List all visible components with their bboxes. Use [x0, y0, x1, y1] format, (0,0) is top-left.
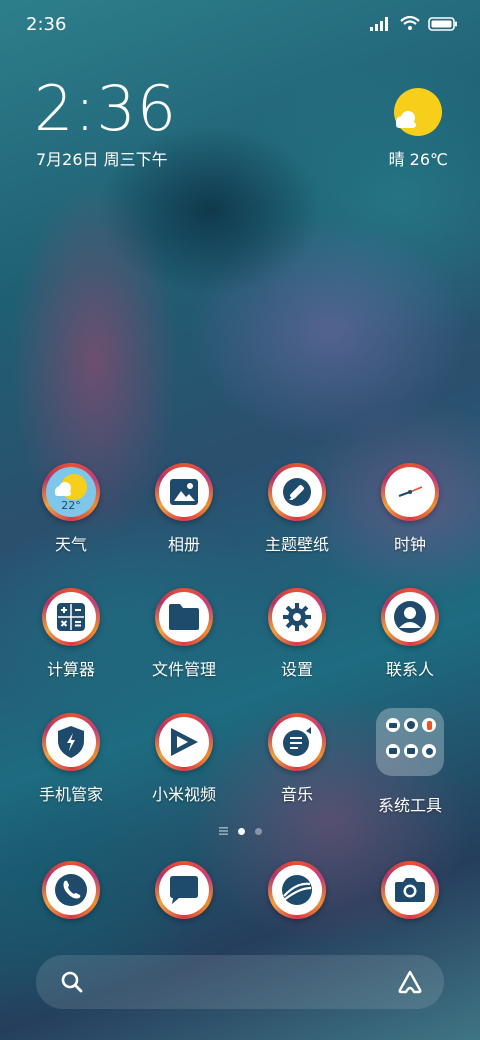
browser-icon [282, 875, 312, 905]
status-icons [370, 16, 458, 31]
weather-badge: 22° [61, 499, 81, 512]
page-dot-active [237, 827, 245, 835]
app-label: 设置 [280, 660, 313, 679]
home-search-bar[interactable] [36, 955, 444, 1009]
app-mi-video[interactable]: 小米视频 [134, 713, 234, 805]
mini-app-icon [404, 718, 418, 732]
dock-phone[interactable] [21, 861, 121, 919]
folder-icon [169, 604, 199, 630]
mini-app-icon [386, 744, 400, 758]
folder-group-icon [376, 708, 444, 776]
app-security[interactable]: 手机管家 [21, 713, 121, 805]
app-folder-system-tools[interactable]: 系统工具 [360, 708, 460, 816]
dock-browser[interactable] [247, 861, 347, 919]
mini-app-icon [422, 718, 436, 732]
mini-app-icon [386, 718, 400, 732]
calculator-icon [57, 603, 85, 631]
dock-messages[interactable] [134, 861, 234, 919]
app-label: 时钟 [393, 535, 426, 554]
app-label: 相册 [167, 535, 200, 554]
signal-icon [370, 16, 388, 31]
assistant-icon[interactable] [396, 969, 424, 995]
app-file-manager[interactable]: 文件管理 [134, 588, 234, 680]
themes-icon [283, 478, 311, 506]
status-bar: 2:36 [0, 0, 480, 50]
dock-camera[interactable] [360, 861, 460, 919]
wifi-icon [400, 16, 420, 30]
gallery-icon [170, 479, 198, 505]
app-label: 手机管家 [38, 785, 103, 804]
clock-widget-date: 7月26日 周三下午 [36, 150, 168, 169]
app-label: 天气 [54, 535, 87, 554]
app-contacts[interactable]: 联系人 [360, 588, 460, 680]
weather-temp: 26℃ [409, 150, 448, 169]
search-icon[interactable] [60, 970, 84, 994]
app-label: 小米视频 [151, 785, 216, 804]
app-clock[interactable]: 时钟 [360, 463, 460, 555]
app-label: 文件管理 [151, 660, 216, 679]
weather-widget-text: 晴 26℃ [389, 146, 448, 170]
app-label: 主题壁纸 [264, 535, 329, 554]
app-gallery[interactable]: 相册 [134, 463, 234, 555]
app-themes[interactable]: 主题壁纸 [247, 463, 347, 555]
list-page-icon [218, 827, 228, 835]
clock-widget-time[interactable]: 2:36 [34, 78, 177, 140]
app-label: 计算器 [46, 660, 95, 679]
sun-cloud-icon [394, 88, 442, 136]
message-icon [170, 876, 198, 904]
app-calculator[interactable]: 计算器 [21, 588, 121, 680]
mini-app-icon [422, 744, 436, 758]
contact-icon [394, 601, 426, 633]
app-settings[interactable]: 设置 [247, 588, 347, 680]
page-dot [254, 827, 262, 835]
music-icon [283, 727, 311, 756]
weather-condition: 晴 [388, 150, 405, 169]
app-music[interactable]: 音乐 [247, 713, 347, 805]
camera-icon [395, 878, 425, 902]
clock-icon [398, 486, 423, 498]
gear-icon [283, 603, 311, 631]
app-weather[interactable]: 22° 天气 [21, 463, 121, 555]
app-label: 联系人 [385, 660, 434, 679]
mini-app-icon [404, 744, 418, 758]
shield-icon [58, 726, 84, 758]
phone-icon [55, 874, 87, 906]
status-time: 2:36 [26, 14, 67, 35]
page-indicator[interactable] [0, 827, 480, 835]
battery-icon [428, 16, 457, 31]
app-label: 音乐 [280, 785, 313, 804]
app-label: 系统工具 [377, 796, 442, 815]
video-play-icon [171, 728, 198, 756]
